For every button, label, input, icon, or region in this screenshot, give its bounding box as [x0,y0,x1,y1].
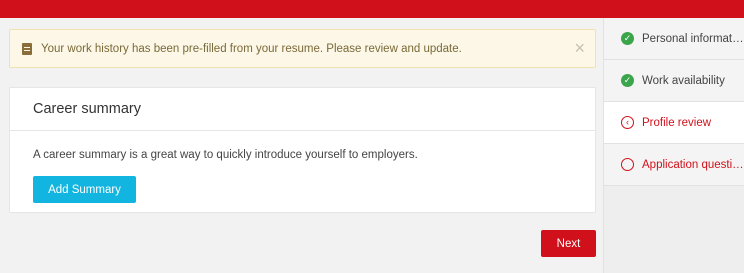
career-summary-description: A career summary is a great way to quick… [33,149,418,161]
card-body: A career summary is a great way to quick… [10,131,595,203]
chevron-circle-icon: ‹ [621,116,634,129]
step-application-questions[interactable]: Application questio... [604,144,744,186]
check-circle-icon: ✓ [621,74,634,87]
banner-message: Your work history has been pre-filled fr… [41,42,462,55]
document-icon [22,42,32,55]
step-label: Work availability [642,74,725,87]
card-title: Career summary [33,101,141,117]
progress-sidebar: ✓ Personal information ✓ Work availabili… [603,18,744,273]
top-brand-bar [0,0,744,18]
prefill-notice-banner: Your work history has been pre-filled fr… [9,29,596,68]
main-content: Your work history has been pre-filled fr… [0,18,603,273]
career-summary-card: Career summary A career summary is a gre… [9,87,596,213]
step-profile-review[interactable]: ‹ Profile review [604,102,744,144]
step-label: Application questio... [642,158,744,171]
close-icon[interactable]: × [574,39,585,57]
step-work-availability[interactable]: ✓ Work availability [604,60,744,102]
step-label: Personal information [642,32,744,45]
add-summary-button[interactable]: Add Summary [33,176,136,203]
next-button[interactable]: Next [541,230,596,257]
empty-circle-icon [621,158,634,171]
card-header: Career summary [10,88,595,131]
step-label: Profile review [642,116,712,129]
check-circle-icon: ✓ [621,32,634,45]
step-personal-information[interactable]: ✓ Personal information [604,18,744,60]
